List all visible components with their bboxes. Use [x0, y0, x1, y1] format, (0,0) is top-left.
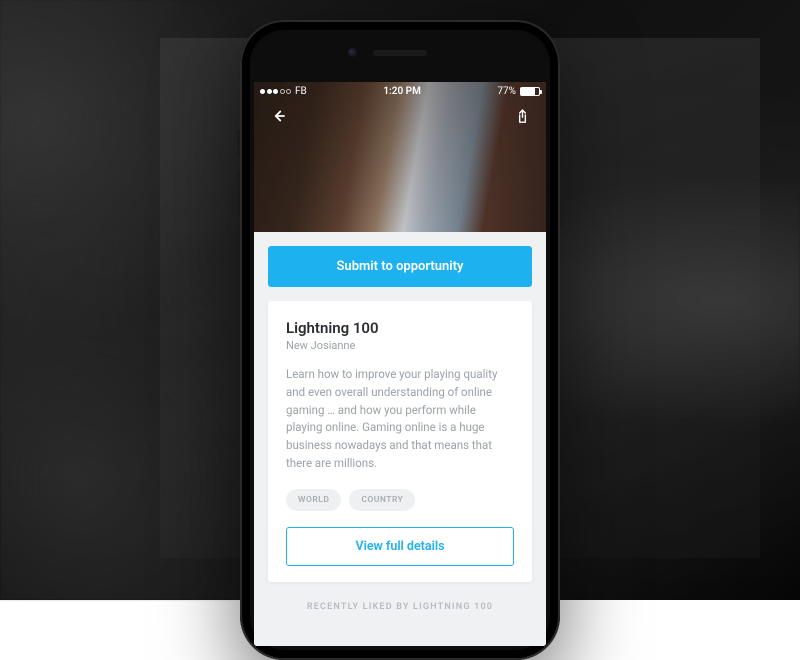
phone-screen: FB 1:20 PM 77% Submit to opportu — [254, 82, 546, 646]
content-area: Submit to opportunity Lightning 100 New … — [254, 232, 546, 646]
phone-mute-switch — [237, 130, 240, 158]
phone-power-button — [560, 170, 563, 228]
opportunity-card: Lightning 100 New Josianne Learn how to … — [268, 301, 532, 582]
phone-volume-down — [237, 225, 240, 273]
phone-volume-up — [237, 170, 240, 218]
phone-camera — [348, 48, 357, 57]
footer-label: RECENTLY LIKED BY LIGHTNING 100 — [268, 596, 532, 612]
battery-icon — [520, 87, 540, 96]
status-bar: FB 1:20 PM 77% — [254, 82, 546, 100]
card-body: Learn how to improve your playing qualit… — [286, 366, 514, 473]
tag[interactable]: WORLD — [286, 489, 341, 511]
status-time: 1:20 PM — [383, 86, 421, 97]
hero-image — [254, 82, 546, 232]
status-right: 77% — [497, 86, 540, 97]
back-button[interactable] — [268, 106, 288, 126]
card-title: Lightning 100 — [286, 319, 514, 337]
phone-device: FB 1:20 PM 77% Submit to opportu — [240, 20, 560, 660]
arrow-left-icon — [269, 107, 287, 125]
status-left: FB — [260, 86, 307, 97]
hero-nav — [254, 106, 546, 126]
tag-list: WORLD COUNTRY — [286, 489, 514, 511]
card-subtitle: New Josianne — [286, 339, 514, 352]
submit-button[interactable]: Submit to opportunity — [268, 246, 532, 287]
phone-speaker — [373, 50, 427, 56]
tag[interactable]: COUNTRY — [349, 489, 415, 511]
view-details-button[interactable]: View full details — [286, 527, 514, 566]
share-icon — [514, 108, 531, 125]
carrier-label: FB — [295, 86, 307, 97]
signal-strength-icon — [260, 89, 291, 94]
share-button[interactable] — [512, 106, 532, 126]
battery-percent: 77% — [497, 86, 516, 97]
